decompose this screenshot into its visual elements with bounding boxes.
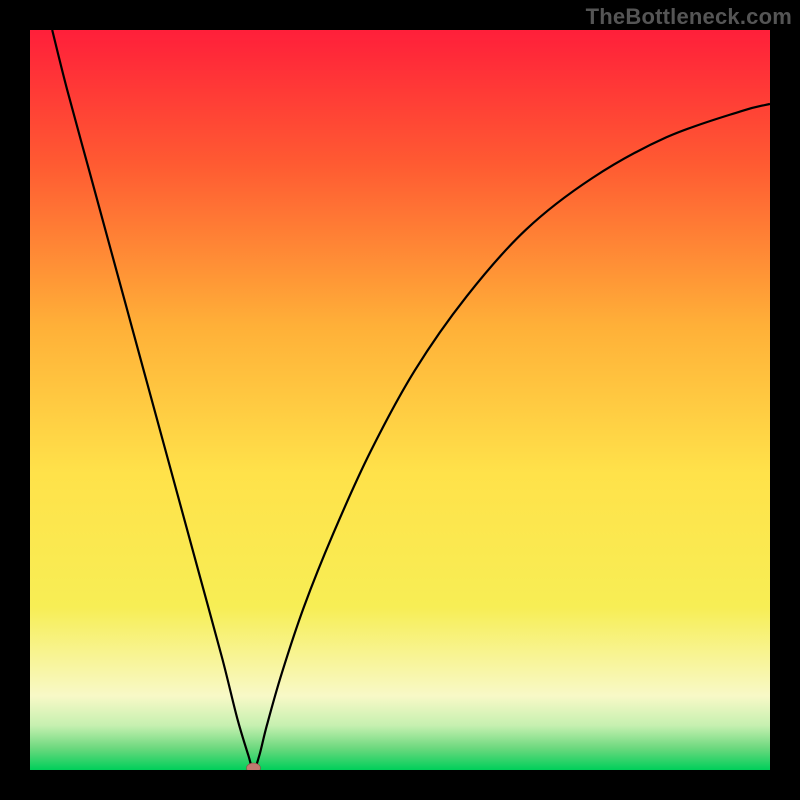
chart-area [30, 30, 770, 770]
chart-svg [30, 30, 770, 770]
watermark-text: TheBottleneck.com [586, 4, 792, 30]
